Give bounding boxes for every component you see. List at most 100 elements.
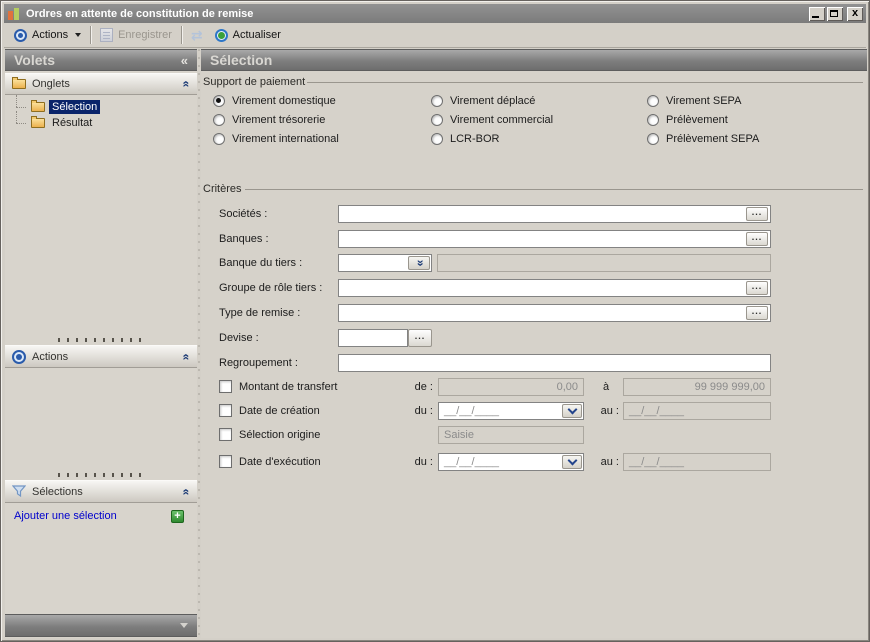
selection-origine-checkbox[interactable]: [219, 428, 232, 441]
radio-virement-tresorerie[interactable]: [213, 114, 225, 126]
type-remise-input[interactable]: [338, 304, 771, 322]
tree-item-label: Sélection: [49, 100, 100, 114]
save-icon: [100, 28, 113, 42]
enregistrer-label: Enregistrer: [118, 29, 172, 41]
selection-origine-input: Saisie: [438, 426, 584, 444]
date-execution-dropdown-button[interactable]: [562, 455, 582, 469]
radio-prelevement[interactable]: [647, 114, 659, 126]
date-creation-au-input: __/__/____: [623, 402, 771, 420]
chevron-down-icon: [180, 623, 188, 628]
date-creation-au-label: au :: [586, 405, 619, 417]
radio-label: Virement déplacé: [450, 95, 535, 107]
minimize-button[interactable]: [809, 7, 825, 21]
devise-input[interactable]: [338, 329, 408, 347]
radio-virement-deplace[interactable]: [431, 95, 443, 107]
radio-label: Virement domestique: [232, 95, 336, 107]
sidebar-header: Volets «: [5, 49, 197, 71]
sync-icon: ⇄: [191, 28, 203, 42]
selection-origine-label: Sélection origine: [239, 429, 320, 441]
chevron-up-icon[interactable]: «: [180, 488, 194, 495]
radio-virement-sepa[interactable]: [647, 95, 659, 107]
actions-section-label: Actions: [32, 351, 68, 363]
banques-input[interactable]: [338, 230, 771, 248]
date-creation-checkbox[interactable]: [219, 404, 232, 417]
minimize-icon: [812, 16, 819, 18]
radio-label: Prélèvement SEPA: [666, 133, 759, 145]
section-header-onglets[interactable]: Onglets «: [5, 73, 197, 95]
chevron-up-icon[interactable]: «: [180, 353, 194, 360]
radio-virement-domestique[interactable]: [213, 95, 225, 107]
regroupement-input[interactable]: [338, 354, 771, 372]
date-execution-au-label: au :: [586, 456, 619, 468]
banque-tiers-combo[interactable]: «: [338, 254, 432, 272]
actions-menu-label: Actions: [32, 29, 68, 41]
type-remise-browse-button[interactable]: ...: [746, 306, 768, 320]
actions-icon: [12, 350, 26, 364]
banques-browse-button[interactable]: ...: [746, 232, 768, 246]
add-selection-link[interactable]: Ajouter une sélection: [14, 510, 117, 522]
radio-label: LCR-BOR: [450, 133, 500, 145]
close-button[interactable]: x: [847, 7, 863, 21]
radio-label: Virement trésorerie: [232, 114, 325, 126]
page-title: Sélection: [210, 52, 272, 68]
groupe-role-input[interactable]: [338, 279, 771, 297]
montant-de-label: de :: [381, 381, 433, 393]
filter-icon: [12, 485, 26, 498]
refresh-icon: [215, 29, 228, 42]
radio-lcr-bor[interactable]: [431, 133, 443, 145]
sync-button[interactable]: ⇄: [185, 26, 209, 44]
title-bar[interactable]: Ordres en attente de constitution de rem…: [4, 4, 866, 23]
radio-label: Virement international: [232, 133, 339, 145]
date-execution-checkbox[interactable]: [219, 455, 232, 468]
montant-transfert-checkbox[interactable]: [219, 380, 232, 393]
section-header-actions[interactable]: Actions «: [5, 345, 197, 368]
date-execution-du-combo[interactable]: __/__/____: [438, 453, 584, 471]
date-execution-du-label: du :: [381, 456, 433, 468]
close-icon: x: [847, 7, 863, 21]
actions-menu-button[interactable]: Actions: [8, 27, 87, 44]
tree-connector: [13, 115, 27, 131]
radio-virement-commercial[interactable]: [431, 114, 443, 126]
sidebar-item-resultat[interactable]: Résultat: [13, 115, 95, 131]
date-creation-dropdown-button[interactable]: [562, 404, 582, 418]
maximize-button[interactable]: [827, 7, 843, 21]
radio-label: Virement commercial: [450, 114, 553, 126]
section-header-selections[interactable]: Sélections «: [5, 480, 197, 503]
groupe-role-browse-button[interactable]: ...: [746, 281, 768, 295]
chevron-up-icon[interactable]: «: [180, 81, 194, 88]
societes-browse-button[interactable]: ...: [746, 207, 768, 221]
onglets-section-label: Onglets: [32, 78, 70, 90]
groupe-role-label: Groupe de rôle tiers :: [219, 282, 322, 294]
date-creation-label: Date de création: [239, 405, 320, 417]
sidebar-item-selection[interactable]: Sélection: [13, 99, 100, 115]
support-group-label: Support de paiement: [203, 76, 305, 88]
toolbar: Actions Enregistrer ⇄ Actualiser: [4, 23, 866, 48]
devise-browse-button[interactable]: ...: [408, 329, 432, 347]
toolbar-separator: [181, 26, 182, 44]
societes-input[interactable]: [338, 205, 771, 223]
chevron-down-icon: [567, 456, 577, 466]
actualiser-button[interactable]: Actualiser: [209, 27, 287, 44]
sidebar: Volets « Onglets « Sélection Résultat Ac…: [5, 49, 197, 638]
toolbar-separator: [90, 26, 91, 44]
sidebar-bottom-bar[interactable]: [5, 614, 197, 637]
application-window: Ordres en attente de constitution de rem…: [0, 0, 870, 642]
date-creation-du-combo[interactable]: __/__/____: [438, 402, 584, 420]
section-splitter-handle[interactable]: [58, 473, 144, 477]
banques-label: Banques :: [219, 233, 269, 245]
add-selection-plus-button[interactable]: +: [171, 510, 184, 523]
chevron-double-down-icon: «: [414, 260, 424, 267]
enregistrer-button[interactable]: Enregistrer: [94, 26, 178, 44]
banque-tiers-dropdown-button[interactable]: «: [408, 256, 430, 270]
section-splitter-handle[interactable]: [58, 338, 144, 342]
folder-icon: [12, 79, 26, 89]
radio-virement-international[interactable]: [213, 133, 225, 145]
sidebar-collapse-icon[interactable]: «: [181, 53, 188, 68]
criteres-group-label: Critères: [203, 183, 242, 195]
chevron-down-icon: [567, 405, 577, 415]
maximize-icon: [830, 10, 838, 17]
date-execution-au-input: __/__/____: [623, 453, 771, 471]
radio-prelevement-sepa[interactable]: [647, 133, 659, 145]
montant-a-input: 99 999 999,00: [623, 378, 771, 396]
devise-label: Devise :: [219, 332, 259, 344]
